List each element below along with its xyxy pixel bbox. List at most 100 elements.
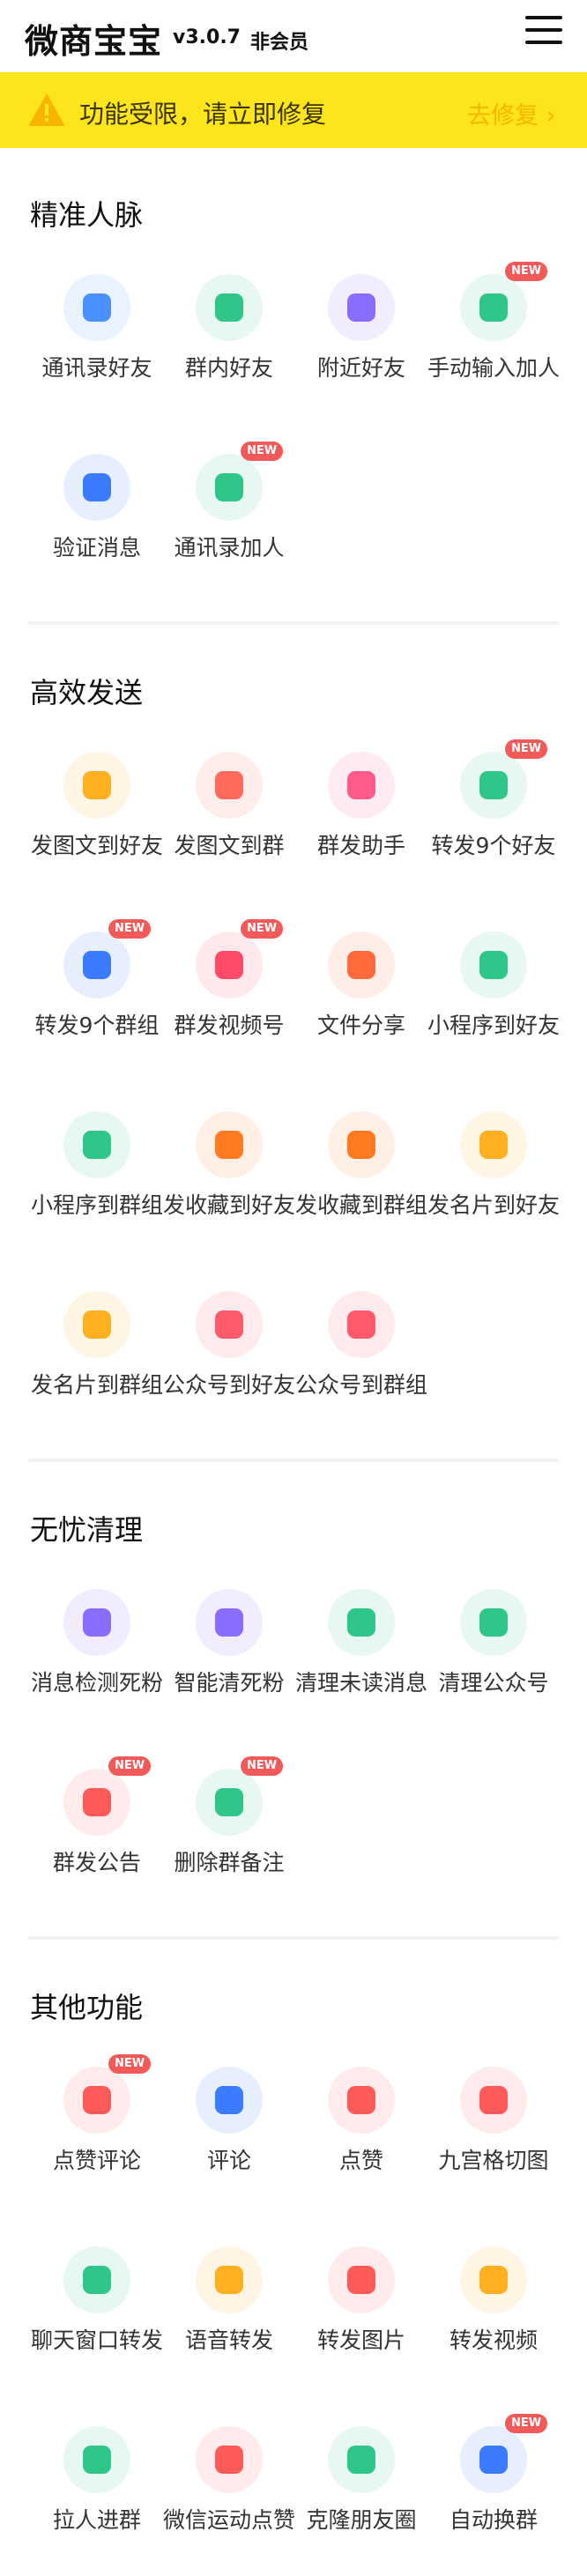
feature-tile[interactable]: 拉人进群 <box>31 2426 163 2576</box>
official-account-group-icon <box>347 1310 375 1339</box>
forward-friend-icon <box>479 771 508 799</box>
feature-tile[interactable]: 验证消息 <box>31 454 163 604</box>
feature-tile[interactable]: NEW 通讯录加人 <box>163 442 295 604</box>
feature-tile[interactable]: NEW 转发9个群组 <box>31 919 163 1081</box>
invite-group-icon <box>83 2446 111 2474</box>
hamburger-menu-icon[interactable] <box>525 16 562 48</box>
feature-label: 点赞 <box>338 2148 383 2173</box>
feature-tile[interactable]: 转发图片 <box>295 2246 427 2396</box>
icon-background <box>196 274 263 341</box>
feature-label: 微信运动点赞 <box>163 2507 296 2533</box>
feature-tile[interactable]: 清理公众号 <box>427 1589 560 1739</box>
new-badge: NEW <box>241 1756 284 1776</box>
feature-tile[interactable]: 转发视频 <box>427 2246 560 2396</box>
feature-label: 通讯录好友 <box>41 355 152 381</box>
comment-icon <box>215 2086 243 2114</box>
icon-background <box>63 1291 130 1358</box>
icon-background <box>328 1111 395 1178</box>
feature-label: 转发视频 <box>449 2327 538 2353</box>
icon-background <box>328 2067 395 2134</box>
feature-tile[interactable]: 公众号到好友 <box>163 1291 295 1441</box>
chat-forward-icon <box>83 2266 111 2294</box>
icon-background <box>63 2426 130 2493</box>
feature-tile[interactable]: 通讯录好友 <box>31 274 163 424</box>
new-badge: NEW <box>241 442 284 461</box>
icon-background <box>63 454 130 521</box>
icon-background <box>63 1589 130 1656</box>
feature-tile[interactable]: 文件分享 <box>295 932 427 1081</box>
feature-tile[interactable]: 微信运动点赞 <box>163 2426 295 2576</box>
feature-tile[interactable]: 清理未读消息 <box>295 1589 427 1739</box>
feature-label: 发收藏到群组 <box>295 1192 428 1218</box>
warning-text: 功能受限，请立即修复 <box>79 100 327 129</box>
feature-tile[interactable]: 发图文到好友 <box>31 752 163 902</box>
icon-background <box>460 2067 527 2134</box>
feature-tile[interactable]: 点赞 <box>295 2067 427 2216</box>
feature-tile[interactable]: 发收藏到群组 <box>295 1111 427 1261</box>
icon-background <box>196 752 263 819</box>
feature-tile[interactable]: 小程序到群组 <box>31 1111 163 1261</box>
feature-label: 发名片到好友 <box>427 1192 561 1218</box>
app-version: v3.0.7 <box>173 26 241 48</box>
feature-tile[interactable]: 小程序到好友 <box>427 932 560 1081</box>
feature-tile[interactable]: NEW 群发公告 <box>31 1756 163 1919</box>
icon-background <box>196 1111 263 1178</box>
unread-message-icon <box>347 1608 375 1637</box>
feature-tile[interactable]: NEW 转发9个好友 <box>427 739 560 902</box>
feature-tile[interactable]: 九宫格切图 <box>427 2067 560 2216</box>
feature-label: 群发公告 <box>52 1850 141 1875</box>
warning-banner[interactable]: 功能受限，请立即修复 去修复 › <box>0 72 587 148</box>
feature-tile[interactable]: 群内好友 <box>163 274 295 424</box>
feature-tile[interactable]: NEW 删除群备注 <box>163 1756 295 1919</box>
feature-tile[interactable]: NEW 自动换群 <box>427 2414 560 2576</box>
feature-label: 转发图片 <box>316 2327 405 2353</box>
feature-tile[interactable]: NEW 群发视频号 <box>163 919 295 1081</box>
feature-tile[interactable]: 发名片到群组 <box>31 1291 163 1441</box>
forward-group-icon <box>83 951 111 979</box>
feature-tile[interactable]: NEW 手动输入加人 <box>427 262 560 424</box>
feature-label: 消息检测死粉 <box>31 1670 164 1696</box>
icon-background <box>460 932 527 998</box>
broadcast-helper-icon <box>347 771 375 799</box>
feature-label: 聊天窗口转发 <box>31 2327 164 2353</box>
hi-message-icon <box>83 473 111 501</box>
feature-label: 发图文到群 <box>174 833 285 858</box>
feature-tile[interactable]: 公众号到群组 <box>295 1291 427 1441</box>
feature-tile[interactable]: 附近好友 <box>295 274 427 424</box>
grid-icon <box>479 2086 508 2114</box>
feature-label: 文件分享 <box>316 1013 405 1038</box>
feature-label: 克隆朋友圈 <box>306 2507 417 2533</box>
feature-tile[interactable]: 智能清死粉 <box>163 1589 295 1739</box>
feature-tile[interactable]: 聊天窗口转发 <box>31 2246 163 2396</box>
icon-background <box>328 932 395 998</box>
icon-background <box>328 2426 395 2493</box>
feature-label: 验证消息 <box>52 535 141 560</box>
feature-label: 九宫格切图 <box>438 2148 549 2173</box>
feature-tile[interactable]: 发收藏到好友 <box>163 1111 295 1261</box>
icon-background <box>196 2426 263 2493</box>
feature-tile[interactable]: 克隆朋友圈 <box>295 2426 427 2576</box>
voice-icon <box>215 2266 243 2294</box>
like-icon <box>347 2086 375 2114</box>
feature-label: 群发助手 <box>316 833 405 858</box>
new-badge: NEW <box>108 2054 152 2074</box>
fix-now-link[interactable]: 去修复 › <box>467 96 555 130</box>
feature-label: 发名片到群组 <box>31 1372 164 1398</box>
icon-background <box>328 274 395 341</box>
feature-tile[interactable]: 发名片到好友 <box>427 1111 560 1261</box>
feature-label: 小程序到好友 <box>427 1013 561 1038</box>
icon-background <box>63 752 130 819</box>
feature-tile[interactable]: 消息检测死粉 <box>31 1589 163 1739</box>
feature-tile[interactable]: 群发助手 <box>295 752 427 902</box>
feature-tile[interactable]: NEW 点赞评论 <box>31 2054 163 2216</box>
feature-tile[interactable]: 评论 <box>163 2067 295 2216</box>
new-badge: NEW <box>505 739 548 759</box>
mini-program-group-icon <box>83 1131 111 1159</box>
feature-label: 智能清死粉 <box>174 1670 285 1696</box>
feature-label: 清理未读消息 <box>295 1670 428 1696</box>
icon-background <box>63 1769 130 1836</box>
feature-tile[interactable]: 语音转发 <box>163 2246 295 2396</box>
feature-label: 删除群备注 <box>174 1850 285 1875</box>
pencil-icon <box>479 293 508 322</box>
feature-tile[interactable]: 发图文到群 <box>163 752 295 902</box>
